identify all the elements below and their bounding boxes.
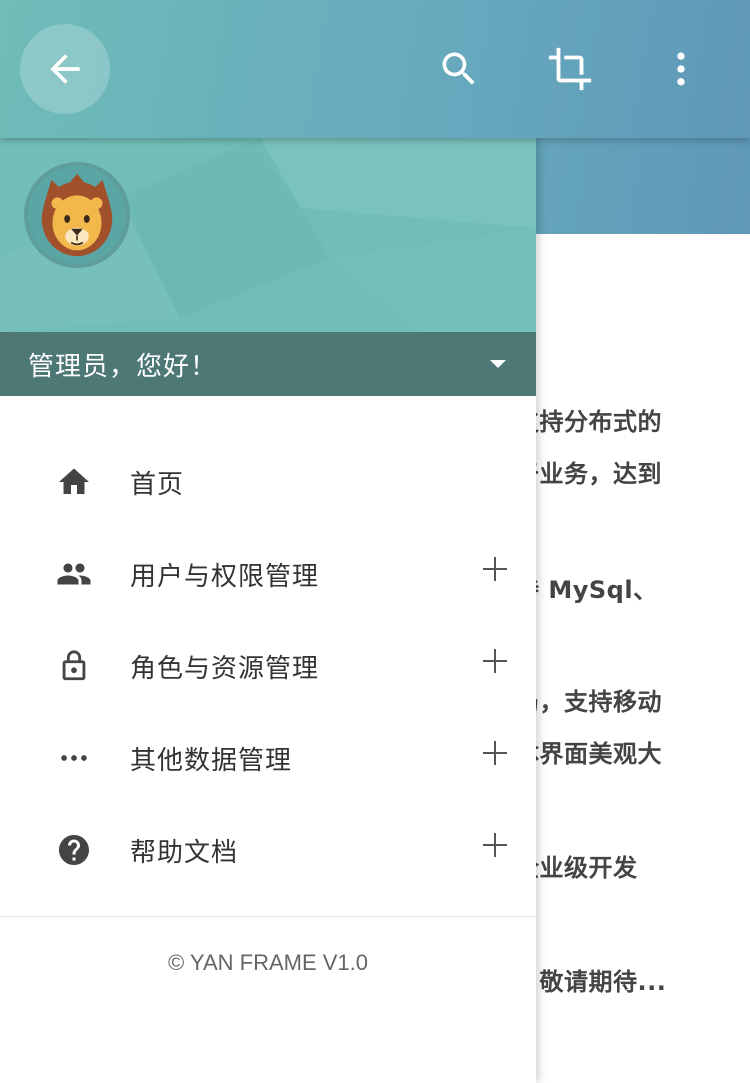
more-vert-icon (677, 52, 685, 86)
background-text-line: 持 MySql、 (515, 576, 658, 604)
menu-label: 其他数据管理 (130, 746, 293, 776)
navigation-drawer: 管理员，您好！ 首页 用户与权限管理 角色与资源管理 其他数据管理 帮助文档 ©… (0, 138, 536, 1083)
arrow-back-icon (50, 54, 80, 84)
background-text-line: ，敬请期待... (515, 968, 667, 996)
dropdown-arrow-icon[interactable] (490, 360, 506, 368)
background-text-line: 局，支持移动 (515, 688, 662, 716)
expand-plus-icon[interactable] (483, 832, 509, 858)
avatar[interactable] (24, 162, 130, 268)
back-button[interactable] (20, 24, 110, 114)
search-icon (442, 52, 475, 85)
more-options-button[interactable] (656, 44, 706, 94)
divider (0, 916, 536, 917)
background-text-line: 体界面美观大 (515, 740, 662, 768)
expand-plus-icon[interactable] (483, 648, 509, 674)
help-icon (56, 832, 92, 868)
background-text-line: 支持分布式的 (515, 408, 662, 436)
expand-plus-icon[interactable] (483, 740, 509, 766)
menu-item-home[interactable]: 首页 (0, 436, 536, 528)
footer-copyright: © YAN FRAME V1.0 (167, 950, 368, 975)
menu-item-help-docs[interactable]: 帮助文档 (0, 804, 536, 896)
lock-icon (56, 648, 92, 684)
greeting-text: 管理员，您好！ (28, 352, 218, 382)
drawer-menu: 首页 用户与权限管理 角色与资源管理 其他数据管理 帮助文档 (0, 436, 536, 896)
home-icon (56, 464, 92, 500)
menu-label: 首页 (130, 470, 185, 500)
menu-label: 角色与资源管理 (130, 654, 320, 684)
menu-label: 用户与权限管理 (130, 562, 320, 592)
lion-avatar-icon (28, 166, 126, 264)
background-text-line: 于业务，达到 (515, 460, 662, 488)
app-bar (0, 0, 750, 138)
people-icon (56, 556, 92, 592)
expand-plus-icon[interactable] (483, 556, 509, 582)
crop-icon (548, 47, 592, 91)
drawer-header: 管理员，您好！ (0, 138, 536, 396)
menu-item-roles-resources[interactable]: 角色与资源管理 (0, 620, 536, 712)
menu-item-user-permissions[interactable]: 用户与权限管理 (0, 528, 536, 620)
menu-item-other-data[interactable]: 其他数据管理 (0, 712, 536, 804)
more-horiz-icon (56, 740, 92, 776)
search-button[interactable] (434, 44, 484, 94)
menu-label: 帮助文档 (130, 838, 239, 868)
account-switcher[interactable]: 管理员，您好！ (0, 332, 536, 396)
crop-button[interactable] (545, 44, 595, 94)
